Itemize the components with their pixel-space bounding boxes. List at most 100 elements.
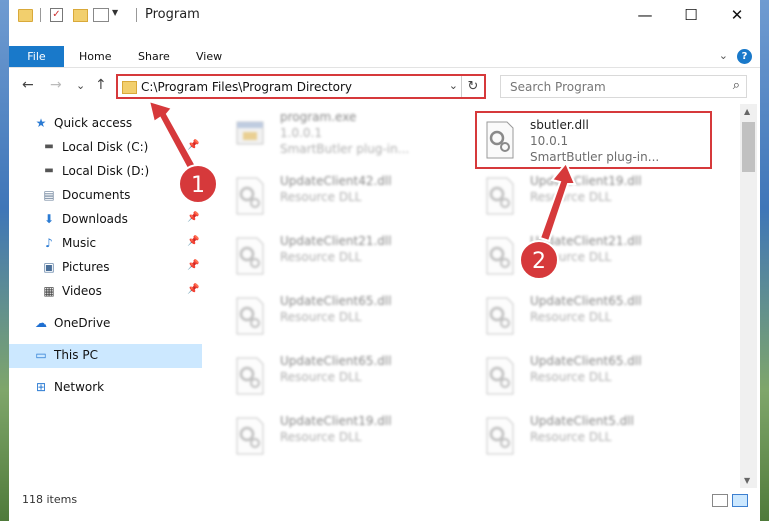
sidebar-item-downloads[interactable]: ⬇ Downloads 📌 xyxy=(9,208,202,232)
exe-file-icon xyxy=(236,121,264,145)
tab-home[interactable]: Home xyxy=(79,46,111,67)
drive-icon: ▬ xyxy=(44,165,54,176)
address-path[interactable]: C:\Program Files\Program Directory xyxy=(141,80,352,94)
file-item[interactable]: UpdateClient65.dll Resource DLL xyxy=(225,348,455,406)
dll-gear-icon xyxy=(486,297,514,335)
scroll-down-icon[interactable]: ▼ xyxy=(744,476,750,485)
customize-toolbar-icon[interactable] xyxy=(93,8,109,22)
back-button[interactable]: ← xyxy=(22,77,34,93)
recent-locations-button[interactable]: ⌄ xyxy=(76,79,85,92)
file-item[interactable]: UpdateClient42.dll Resource DLL xyxy=(225,168,455,226)
scrollbar-thumb[interactable] xyxy=(742,122,755,172)
file-name: program.exe xyxy=(280,110,357,124)
file-name: UpdateClient42.dll xyxy=(280,174,392,188)
cloud-icon: ☁ xyxy=(35,316,47,330)
search-icon[interactable]: ⌕ xyxy=(733,78,740,93)
sidebar-item-videos[interactable]: ▦ Videos 📌 xyxy=(9,280,202,304)
documents-icon: ▤ xyxy=(43,188,55,202)
file-type: Resource DLL xyxy=(280,430,362,444)
pin-icon[interactable]: 📌 xyxy=(187,212,199,223)
tab-share[interactable]: Share xyxy=(138,46,170,67)
expand-ribbon-icon[interactable]: ⌄ xyxy=(719,49,728,62)
sidebar-item-label: Videos xyxy=(62,284,102,298)
file-type: Resource DLL xyxy=(530,310,612,324)
sidebar-item-music[interactable]: ♪ Music 📌 xyxy=(9,232,202,256)
pin-icon[interactable]: 📌 xyxy=(187,140,199,151)
dll-gear-icon xyxy=(486,357,514,395)
search-box[interactable]: Search Program ⌕ xyxy=(500,75,747,98)
title-bar: ✓ ▼ Program — ☐ ✕ xyxy=(9,0,760,30)
address-bar[interactable]: C:\Program Files\Program Directory ⌄ ↻ xyxy=(116,74,486,99)
toolbar-divider xyxy=(40,8,41,22)
quick-access-dropdown-icon[interactable]: ▼ xyxy=(112,8,126,22)
dll-gear-icon xyxy=(236,357,264,395)
file-item[interactable]: UpdateClient19.dll Resource DLL xyxy=(225,408,455,466)
file-version: 1.0.0.1 xyxy=(280,126,322,140)
sidebar-item-onedrive[interactable]: ☁ OneDrive xyxy=(9,312,202,336)
file-type: Resource DLL xyxy=(280,310,362,324)
sidebar-item-label: Music xyxy=(62,236,97,250)
file-item[interactable]: UpdateClient65.dll Resource DLL xyxy=(475,348,705,406)
file-type: Resource DLL xyxy=(530,190,612,204)
file-type: Resource DLL xyxy=(280,250,362,264)
scroll-up-icon[interactable]: ▲ xyxy=(744,107,750,116)
properties-check-icon[interactable]: ✓ xyxy=(50,8,63,22)
tab-view[interactable]: View xyxy=(196,46,222,67)
window-title: Program xyxy=(145,7,200,22)
pin-icon[interactable]: 📌 xyxy=(187,236,199,247)
sidebar-item-local-disk-d[interactable]: ▬ Local Disk (D:) xyxy=(9,160,202,184)
file-item[interactable]: UpdateClient5.dll Resource DLL xyxy=(475,408,705,466)
file-type: Resource DLL xyxy=(530,370,612,384)
item-count: 118 items xyxy=(22,493,78,506)
drive-icon: ▬ xyxy=(44,141,54,152)
pin-icon[interactable]: 📌 xyxy=(187,188,199,199)
refresh-button[interactable]: ↻ xyxy=(461,76,484,97)
tiles-view-icon[interactable] xyxy=(732,494,748,507)
music-icon: ♪ xyxy=(45,236,53,250)
dll-gear-icon xyxy=(486,237,514,275)
sidebar-item-label: Local Disk (C:) xyxy=(62,140,149,154)
computer-icon: ▭ xyxy=(35,348,47,362)
pin-icon[interactable]: 📌 xyxy=(187,260,199,271)
file-item[interactable]: UpdateClient21.dll Resource DLL xyxy=(225,228,455,286)
forward-button[interactable]: → xyxy=(50,77,62,93)
file-item[interactable]: UpdateClient19.dll Resource DLL xyxy=(475,168,705,226)
maximize-button[interactable]: ☐ xyxy=(668,0,714,30)
dll-gear-icon xyxy=(236,417,264,455)
sidebar-item-network[interactable]: ⊞ Network xyxy=(9,376,202,400)
network-icon: ⊞ xyxy=(35,380,47,394)
sidebar-item-quick-access[interactable]: ★ Quick access xyxy=(9,112,202,136)
navigation-pane: ★ Quick access ▬ Local Disk (C:) 📌 ▬ Loc… xyxy=(9,108,202,488)
sidebar-item-label: Local Disk (D:) xyxy=(62,164,150,178)
file-name: UpdateClient19.dll xyxy=(280,414,392,428)
dll-gear-icon xyxy=(486,417,514,455)
close-button[interactable]: ✕ xyxy=(714,0,760,30)
ribbon-tabs: File Home Share View ⌄ ? xyxy=(9,46,760,68)
file-item[interactable]: UpdateClient65.dll Resource DLL xyxy=(225,288,455,346)
highlight-box-sbutler xyxy=(475,111,712,169)
folder-icon[interactable] xyxy=(18,9,33,22)
help-icon[interactable]: ? xyxy=(737,49,752,64)
sidebar-item-pictures[interactable]: ▣ Pictures 📌 xyxy=(9,256,202,280)
tab-file[interactable]: File xyxy=(9,46,64,67)
address-dropdown-icon[interactable]: ⌄ xyxy=(449,79,458,92)
up-button[interactable]: ↑ xyxy=(95,77,107,93)
new-folder-icon[interactable] xyxy=(73,9,88,22)
vertical-scrollbar[interactable]: ▲ ▼ xyxy=(740,104,757,488)
dll-gear-icon xyxy=(236,177,264,215)
file-item[interactable]: UpdateClient65.dll Resource DLL xyxy=(475,288,705,346)
sidebar-item-documents[interactable]: ▤ Documents 📌 xyxy=(9,184,202,208)
sidebar-item-local-disk-c[interactable]: ▬ Local Disk (C:) 📌 xyxy=(9,136,202,160)
details-view-icon[interactable] xyxy=(712,494,728,507)
sidebar-item-label: Downloads xyxy=(62,212,128,226)
sidebar-item-label: This PC xyxy=(54,348,98,362)
sidebar-item-this-pc[interactable]: ▭ This PC xyxy=(9,344,202,368)
file-item[interactable]: UpdateClient21.dll Resource DLL xyxy=(475,228,705,286)
file-name: UpdateClient5.dll xyxy=(530,414,634,428)
file-name: UpdateClient65.dll xyxy=(530,294,642,308)
file-type: Resource DLL xyxy=(530,430,612,444)
file-item[interactable]: program.exe 1.0.0.1 SmartButler plug-in.… xyxy=(225,104,455,162)
pin-icon[interactable]: 📌 xyxy=(187,284,199,295)
minimize-button[interactable]: — xyxy=(622,0,668,30)
search-input[interactable]: Search Program xyxy=(510,80,606,94)
